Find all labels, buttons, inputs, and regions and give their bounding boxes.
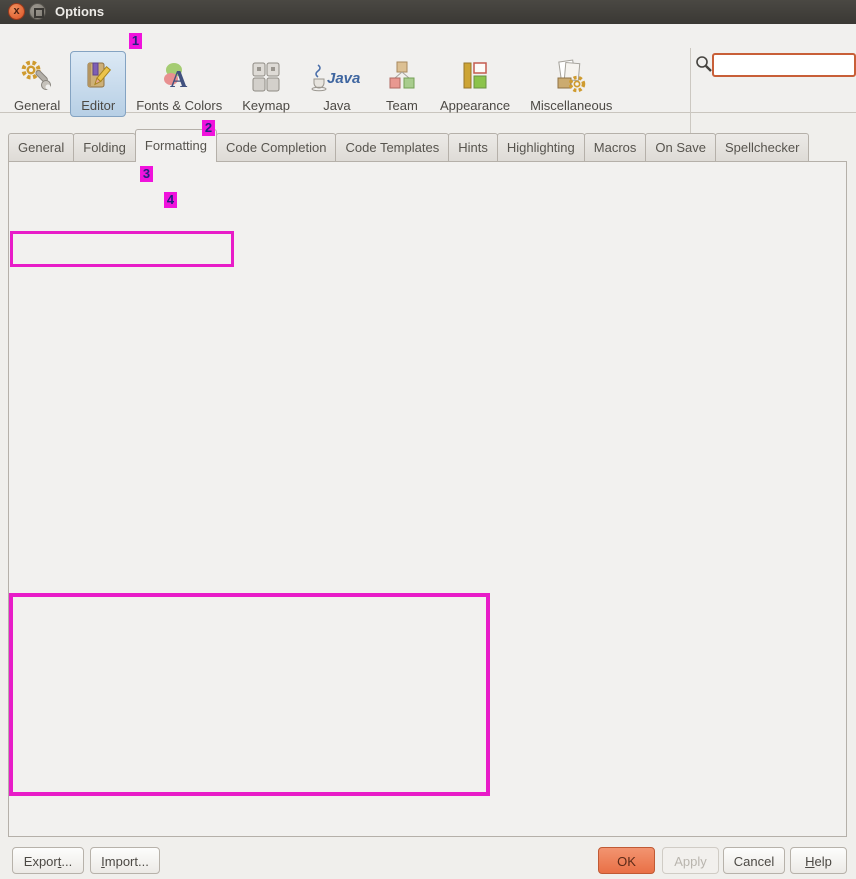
category-tabs: General Folding Formatting Code Completi…: [8, 129, 808, 162]
window-title: Options: [55, 4, 104, 19]
toolbar-item-label: Keymap: [242, 98, 290, 113]
tab-folding[interactable]: Folding: [73, 133, 136, 162]
toolbar-item-label: Team: [386, 98, 418, 113]
toolbar-separator: [690, 48, 691, 136]
miscellaneous-files-gear-icon: [553, 57, 589, 97]
annotation-badge-4: 4: [164, 192, 177, 208]
titlebar: x Options: [0, 0, 856, 25]
tab-macros[interactable]: Macros: [584, 133, 647, 162]
toolbar-item-fonts-colors[interactable]: A Fonts & Colors: [126, 51, 232, 117]
annotation-badge-1: 1: [129, 33, 142, 49]
svg-text:Java: Java: [327, 70, 360, 87]
editor-book-pencil-icon: [80, 57, 116, 97]
close-icon[interactable]: x: [8, 3, 25, 20]
tab-spellchecker[interactable]: Spellchecker: [715, 133, 809, 162]
toolbar-item-appearance[interactable]: Appearance: [430, 51, 520, 117]
tab-general[interactable]: General: [8, 133, 74, 162]
toolbar-item-miscellaneous[interactable]: Miscellaneous: [520, 51, 622, 117]
toolbar-item-label: Appearance: [440, 98, 510, 113]
maximize-icon[interactable]: [29, 3, 46, 20]
annotation-badge-2: 2: [202, 120, 215, 136]
apply-button[interactable]: Apply: [662, 847, 719, 874]
tab-code-completion[interactable]: Code Completion: [216, 133, 336, 162]
annotation-badge-3: 3: [140, 166, 153, 182]
general-gears-icon: [19, 57, 55, 97]
export-button[interactable]: Export...: [12, 847, 84, 874]
import-button[interactable]: Import...: [90, 847, 160, 874]
java-logo-icon: Java: [310, 57, 364, 97]
appearance-layout-icon: [457, 57, 493, 97]
fonts-colors-icon: A: [161, 57, 197, 97]
tab-on-save[interactable]: On Save: [645, 133, 716, 162]
search-icon: [695, 55, 713, 76]
toolbar-item-editor[interactable]: Editor: [70, 51, 126, 117]
cancel-button[interactable]: Cancel: [723, 847, 785, 874]
toolbar-items: General Editor: [4, 51, 622, 117]
toolbar-item-general[interactable]: General: [4, 51, 70, 117]
toolbar-item-label: Miscellaneous: [530, 98, 612, 113]
toolbar-item-team[interactable]: Team: [374, 51, 430, 117]
tab-highlighting[interactable]: Highlighting: [497, 133, 585, 162]
team-cubes-icon: [384, 57, 420, 97]
search-input[interactable]: [712, 53, 856, 77]
toolbar-item-keymap[interactable]: Keymap: [232, 51, 300, 117]
annotation-highlight-box-2: [9, 593, 490, 796]
help-button[interactable]: Help: [790, 847, 847, 874]
tab-code-templates[interactable]: Code Templates: [335, 133, 449, 162]
toolbar-item-label: Java: [323, 98, 350, 113]
toolbar-item-label: General: [14, 98, 60, 113]
toolbar-item-java[interactable]: Java Java: [300, 51, 374, 117]
svg-text:A: A: [170, 67, 188, 93]
ok-button[interactable]: OK: [598, 847, 655, 874]
keymap-keyboard-icon: [248, 57, 284, 97]
annotation-highlight-box-1: [10, 231, 234, 267]
toolbar-item-label: Fonts & Colors: [136, 98, 222, 113]
toolbar-item-label: Editor: [81, 98, 115, 113]
tab-hints[interactable]: Hints: [448, 133, 498, 162]
